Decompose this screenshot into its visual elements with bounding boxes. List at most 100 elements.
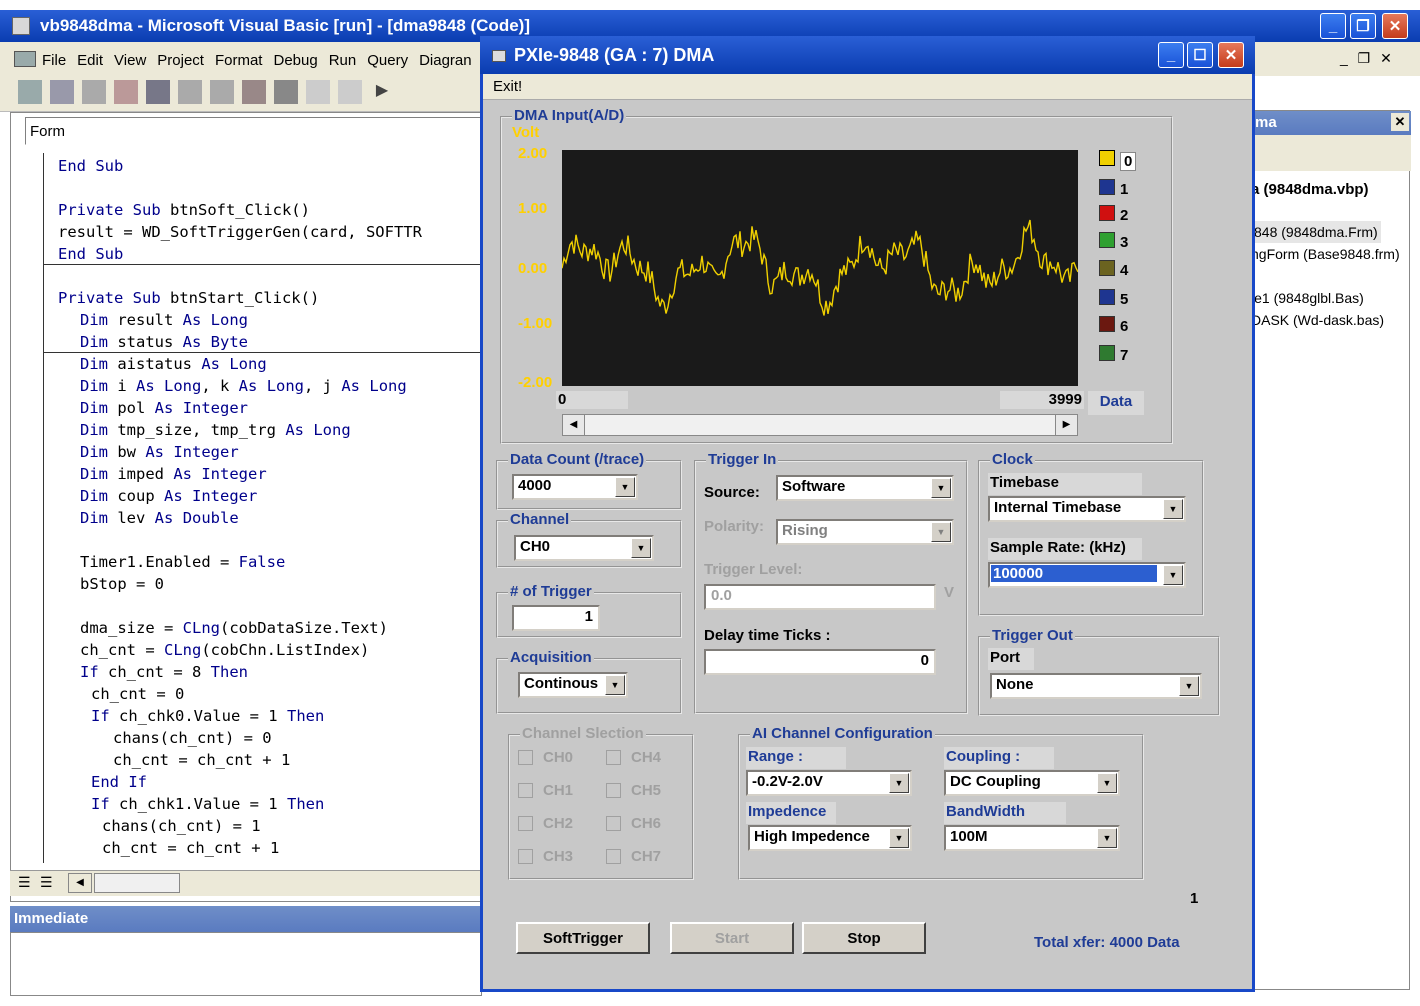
trigger-level-input[interactable]: 0.0 [704,584,936,610]
project-item[interactable]: 848 (9848dma.Frm) [1251,221,1381,243]
code-line[interactable]: result = WD_SoftTriggerGen(card, SOFTTR [58,223,422,241]
code-line[interactable]: Dim status As Byte [80,333,248,351]
checkbox-icon[interactable] [606,750,621,765]
channel-checkbox[interactable]: CH7 [606,848,661,865]
data-count-combo[interactable]: 4000 ▼ [512,474,638,500]
chevron-down-icon[interactable]: ▼ [631,538,651,558]
vb-menu-item[interactable]: View [114,52,146,69]
vb-menu-item[interactable]: Query [367,52,408,69]
project-item[interactable]: ngForm (Base9848.frm) [1251,243,1400,265]
chevron-down-icon[interactable]: ▼ [615,477,635,497]
vb-close-button[interactable]: ✕ [1382,13,1408,39]
range-combo[interactable]: -0.2V-2.0V ▼ [746,770,912,796]
checkbox-icon[interactable] [518,849,533,864]
chevron-down-icon[interactable]: ▼ [1097,773,1117,793]
channel-checkbox[interactable]: CH0 [518,749,573,766]
soft-trigger-button[interactable]: SoftTrigger [516,922,650,954]
find-icon[interactable] [274,80,298,104]
add-form-icon[interactable] [50,80,74,104]
object-combo[interactable]: Form [25,117,485,145]
project-explorer-close-icon[interactable]: ✕ [1391,113,1409,131]
sample-rate-combo[interactable]: 100000 ▼ [988,562,1186,588]
full-module-view-icon[interactable]: ☰ [40,874,53,891]
cut-icon[interactable] [178,80,202,104]
menu-exit[interactable]: Exit! [493,78,522,95]
chevron-down-icon[interactable]: ▼ [1179,676,1199,696]
coupling-combo[interactable]: DC Coupling ▼ [944,770,1120,796]
code-line[interactable]: ch_cnt = CLng(cobChn.ListIndex) [80,641,369,659]
chevron-down-icon[interactable]: ▼ [605,675,625,695]
project-tree[interactable]: a (9848dma.vbp) 848 (9848dma.Frm) ngForm… [1251,179,1400,331]
code-line[interactable]: chans(ch_cnt) = 0 [113,729,272,747]
code-line[interactable]: ch_cnt = ch_cnt + 1 [102,839,279,857]
project-item[interactable]: DASK (Wd-dask.bas) [1251,309,1400,331]
code-line[interactable]: If ch_chk1.Value = 1 Then [91,795,324,813]
code-line[interactable]: Dim pol As Integer [80,399,248,417]
dialog-maximize-button[interactable]: ☐ [1187,42,1213,68]
vb-restore-button[interactable]: ❐ [1350,13,1376,39]
delay-input[interactable]: 0 [704,649,936,675]
vb-menu-item[interactable]: Edit [77,52,103,69]
horizontal-scrollbar[interactable] [94,873,180,893]
open-icon[interactable] [114,80,138,104]
vb-menu-item[interactable]: Debug [273,52,317,69]
chevron-down-icon[interactable]: ▼ [1097,828,1117,848]
checkbox-icon[interactable] [606,816,621,831]
channel-combo[interactable]: CH0 ▼ [514,535,654,561]
code-line[interactable]: Dim result As Long [80,311,248,329]
start-button[interactable]: Start [670,922,794,954]
vb-mdi-buttons[interactable]: _ ❐ ✕ [1340,50,1395,67]
immediate-window[interactable] [10,932,482,996]
code-line[interactable]: End Sub [58,157,123,175]
code-line[interactable]: Dim aistatus As Long [80,355,267,373]
trigger-count-input[interactable]: 1 [512,605,600,631]
code-line[interactable]: Dim imped As Integer [80,465,267,483]
scroll-left-icon[interactable]: ◀ [68,873,92,893]
code-line[interactable]: bStop = 0 [80,575,164,593]
scroll-right-arrow-icon[interactable]: ▶ [1055,415,1077,435]
paste-icon[interactable] [242,80,266,104]
polarity-combo[interactable]: Rising ▼ [776,519,954,545]
vb-menu-item[interactable]: File [42,52,66,69]
channel-checkbox[interactable]: CH6 [606,815,661,832]
vb-menu-item[interactable]: Diagran [419,52,472,69]
undo-icon[interactable] [306,80,330,104]
code-line[interactable]: End Sub [58,245,123,263]
code-line[interactable]: Private Sub btnSoft_Click() [58,201,310,219]
redo-icon[interactable] [338,80,362,104]
code-line[interactable]: Dim bw As Integer [80,443,239,461]
channel-checkbox[interactable]: CH3 [518,848,573,865]
channel-checkbox[interactable]: CH4 [606,749,661,766]
code-line[interactable]: Dim i As Long, k As Long, j As Long [80,377,407,395]
project-item[interactable]: a (9848dma.vbp) [1251,179,1400,201]
code-line[interactable]: ch_cnt = ch_cnt + 1 [113,751,290,769]
checkbox-icon[interactable] [606,849,621,864]
source-combo[interactable]: Software ▼ [776,475,954,501]
checkbox-icon[interactable] [518,750,533,765]
code-line[interactable]: dma_size = CLng(cobDataSize.Text) [80,619,388,637]
impedance-combo[interactable]: High Impedence ▼ [748,825,912,851]
code-line[interactable]: If ch_chk0.Value = 1 Then [91,707,324,725]
dialog-minimize-button[interactable]: _ [1158,42,1184,68]
scroll-left-arrow-icon[interactable]: ◀ [563,415,585,435]
port-combo[interactable]: None ▼ [990,673,1202,699]
checkbox-icon[interactable] [518,783,533,798]
code-line[interactable]: Dim lev As Double [80,509,239,527]
code-line[interactable]: Private Sub btnStart_Click() [58,289,319,307]
chevron-down-icon[interactable]: ▼ [931,478,951,498]
chevron-down-icon[interactable]: ▼ [1163,499,1183,519]
add-project-icon[interactable] [18,80,42,104]
code-line[interactable]: If ch_cnt = 8 Then [80,663,248,681]
project-item[interactable]: le1 (9848glbl.Bas) [1251,287,1400,309]
timebase-combo[interactable]: Internal Timebase ▼ [988,496,1186,522]
channel-checkbox[interactable]: CH1 [518,782,573,799]
plot-scrollbar[interactable]: ◀ ▶ [562,414,1078,436]
code-line[interactable]: Dim coup As Integer [80,487,257,505]
vb-menu-item[interactable]: Project [157,52,204,69]
dialog-close-button[interactable]: ✕ [1218,42,1244,68]
code-line[interactable]: Dim tmp_size, tmp_trg As Long [80,421,351,439]
copy-icon[interactable] [210,80,234,104]
checkbox-icon[interactable] [606,783,621,798]
code-line[interactable]: chans(ch_cnt) = 1 [102,817,261,835]
code-line[interactable]: Timer1.Enabled = False [80,553,285,571]
